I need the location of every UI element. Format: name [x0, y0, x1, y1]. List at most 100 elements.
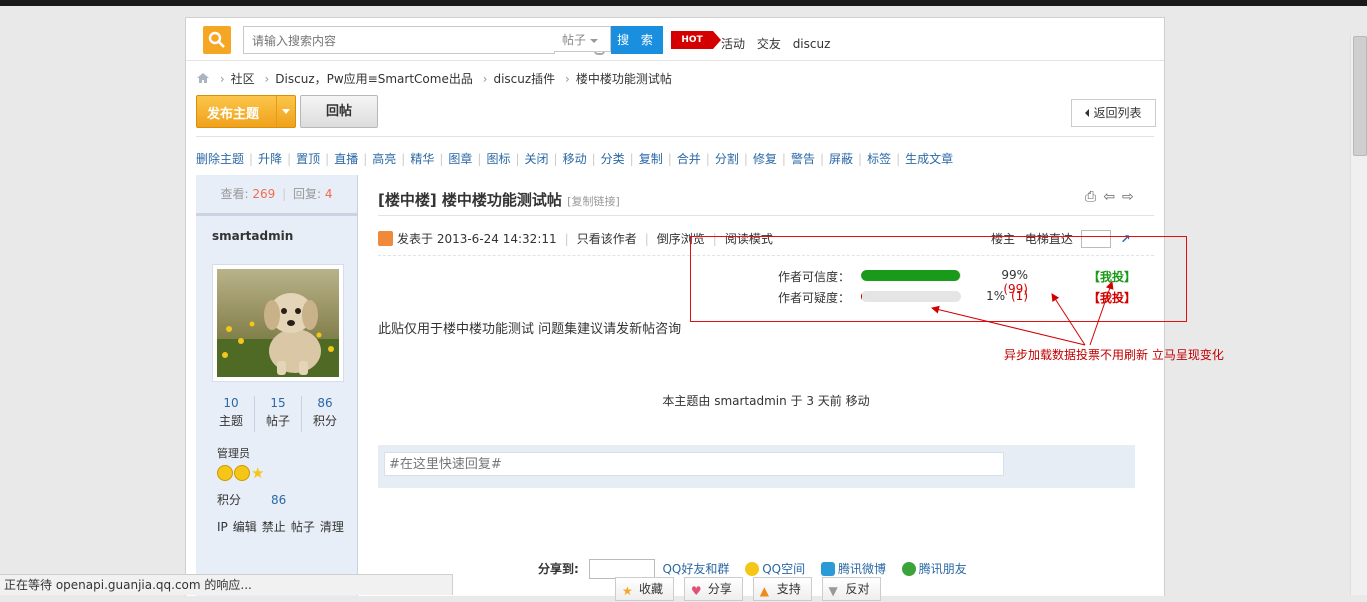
action-clean[interactable]: 清理	[320, 520, 344, 534]
author-stats: 10 主题 15 帖子 86 积分	[208, 396, 348, 432]
search-logo-icon[interactable]	[203, 26, 231, 54]
mod-separator: |	[629, 152, 634, 166]
mod-action-10[interactable]: 分类	[601, 152, 625, 166]
points-label: 积分	[217, 493, 242, 507]
search-type-select[interactable]: 帖子	[554, 26, 611, 52]
breadcrumb: › 社区 › Discuz，Pw应用≡SmartCome出品 › discuz插件 ›…	[196, 70, 672, 87]
mod-action-3[interactable]: 直播	[334, 152, 358, 166]
mod-action-4[interactable]: 高亮	[372, 152, 396, 166]
share-label: 分享到:	[538, 562, 579, 576]
breadcrumb-forum[interactable]: Discuz，Pw应用≡SmartCome出品	[275, 72, 473, 86]
mod-separator: |	[401, 152, 406, 166]
elevator-label: 电梯直达	[1024, 232, 1073, 246]
vertical-scrollbar[interactable]	[1350, 36, 1367, 595]
title-divider	[378, 215, 1154, 216]
browser-status-bar: 正在等待 openapi.guanjia.qq.com 的响应...	[0, 574, 453, 595]
mod-action-14[interactable]: 修复	[753, 152, 777, 166]
hot-links: 活动 交友 discuz	[721, 35, 838, 52]
hot-link-activity[interactable]: 活动	[721, 37, 745, 51]
mod-separator: |	[896, 152, 901, 166]
author-name[interactable]: smartadmin	[212, 229, 293, 243]
oppose-button[interactable]: ▼ 反对	[821, 577, 881, 601]
home-icon[interactable]	[196, 72, 210, 84]
share-image-placeholder[interactable]	[588, 559, 655, 579]
hot-link-discuz[interactable]: discuz	[793, 37, 831, 51]
floor-input[interactable]	[1080, 230, 1111, 248]
vote-suspicious-button[interactable]: 【我投】	[1088, 289, 1136, 306]
reply-button[interactable]: 回帖	[300, 95, 378, 128]
mod-separator: |	[781, 152, 786, 166]
annotation-text: 异步加载数据投票不用刷新 立马呈现变化	[1004, 348, 1224, 362]
mod-action-15[interactable]: 警告	[791, 152, 815, 166]
credibility-vote: 作者可信度： 99% (99) 【我投】 作者可疑度： 1% (1) 【我投】	[778, 268, 1148, 310]
vote-credible-button[interactable]: 【我投】	[1088, 268, 1136, 285]
share-qzone[interactable]: QQ空间	[762, 562, 805, 576]
breadcrumb-thread[interactable]: 楼中楼功能测试帖	[576, 72, 672, 86]
mod-action-17[interactable]: 标签	[867, 152, 891, 166]
share-tencent-weibo[interactable]: 腾讯微博	[838, 562, 886, 576]
quick-reply-input[interactable]	[384, 452, 1004, 476]
breadcrumb-community[interactable]: 社区	[231, 72, 255, 86]
thread-title: [楼中楼] 楼中楼功能测试帖 [复制链接]	[378, 189, 620, 210]
user-group[interactable]: 管理员	[217, 445, 250, 461]
action-posts[interactable]: 帖子	[291, 520, 315, 534]
vote-suspicious-bar	[861, 291, 961, 302]
share-qq-friends[interactable]: QQ好友和群	[662, 562, 729, 576]
mod-action-2[interactable]: 置顶	[296, 152, 320, 166]
mod-action-5[interactable]: 精华	[410, 152, 434, 166]
action-ban[interactable]: 禁止	[262, 520, 286, 534]
mod-action-12[interactable]: 合并	[677, 152, 701, 166]
reverse-order-link[interactable]: 倒序浏览	[657, 232, 705, 246]
thread-title-text: [楼中楼] 楼中楼功能测试帖	[378, 191, 562, 209]
reading-mode-link[interactable]: 阅读模式	[725, 232, 773, 246]
share-tencent-friends[interactable]: 腾讯朋友	[919, 562, 967, 576]
new-thread-dropdown-icon[interactable]	[276, 96, 296, 127]
stat-points[interactable]: 86 积分	[302, 396, 348, 432]
vote-credible-fill	[861, 270, 960, 281]
mod-action-11[interactable]: 复制	[639, 152, 663, 166]
author-sidebar: 查看: 269 | 回复: 4 smartadmin 10 主题 15 帖子 8…	[196, 175, 358, 596]
admin-actions: IP 编辑 禁止 帖子 清理	[217, 518, 349, 535]
search-input[interactable]	[250, 31, 534, 50]
search-button[interactable]: 搜 索	[611, 26, 663, 54]
next-thread-icon[interactable]: ⇨	[1122, 189, 1134, 205]
mod-action-6[interactable]: 图章	[448, 152, 472, 166]
stat-posts[interactable]: 15 帖子	[255, 396, 302, 432]
mod-action-9[interactable]: 移动	[563, 152, 587, 166]
new-thread-button[interactable]: 发布主题	[196, 95, 296, 128]
share-button[interactable]: ♥ 分享	[683, 577, 743, 601]
prev-thread-icon[interactable]: ⇦	[1103, 189, 1115, 205]
mod-action-0[interactable]: 删除主题	[196, 152, 244, 166]
vote-credible-bar	[861, 270, 961, 281]
search-input-wrapper[interactable]	[243, 26, 605, 55]
scrollbar-thumb[interactable]	[1353, 36, 1367, 156]
breadcrumb-subforum[interactable]: discuz插件	[493, 72, 555, 86]
mod-action-8[interactable]: 关闭	[525, 152, 549, 166]
rank-icons: ★	[217, 465, 265, 481]
stat-points-value: 86	[317, 396, 333, 410]
back-to-list-button[interactable]: 返回列表	[1071, 99, 1156, 127]
stat-threads[interactable]: 10 主题	[208, 396, 255, 432]
smiley-icon	[217, 465, 233, 481]
chevron-down-icon	[590, 38, 599, 43]
mod-action-16[interactable]: 屏蔽	[829, 152, 853, 166]
action-edit[interactable]: 编辑	[233, 520, 257, 534]
mod-action-13[interactable]: 分割	[715, 152, 739, 166]
mod-separator: |	[249, 152, 254, 166]
search-type-label: 帖子	[562, 33, 587, 47]
go-floor-icon[interactable]: ↗	[1121, 232, 1131, 246]
mod-action-18[interactable]: 生成文章	[905, 152, 953, 166]
avatar[interactable]	[212, 264, 344, 382]
mod-action-1[interactable]: 升降	[258, 152, 282, 166]
action-ip[interactable]: IP	[217, 520, 228, 534]
floor-nav: 楼主 电梯直达 ↗	[991, 230, 1131, 248]
favorite-button[interactable]: ★ 收藏	[615, 577, 675, 601]
hot-link-friends[interactable]: 交友	[757, 37, 781, 51]
support-button[interactable]: ▲ 支持	[752, 577, 812, 601]
mod-action-7[interactable]: 图标	[486, 152, 510, 166]
forum-page: 帖子 搜 索 HOT 活动 交友 discuz ›社区 ›Discuz，Pw应用…	[185, 17, 1165, 601]
only-author-link[interactable]: 只看该作者	[577, 232, 637, 246]
print-icon[interactable]: ⎙	[1085, 189, 1096, 205]
views-count: 269	[252, 187, 276, 201]
copy-link-button[interactable]: [复制链接]	[567, 195, 620, 208]
